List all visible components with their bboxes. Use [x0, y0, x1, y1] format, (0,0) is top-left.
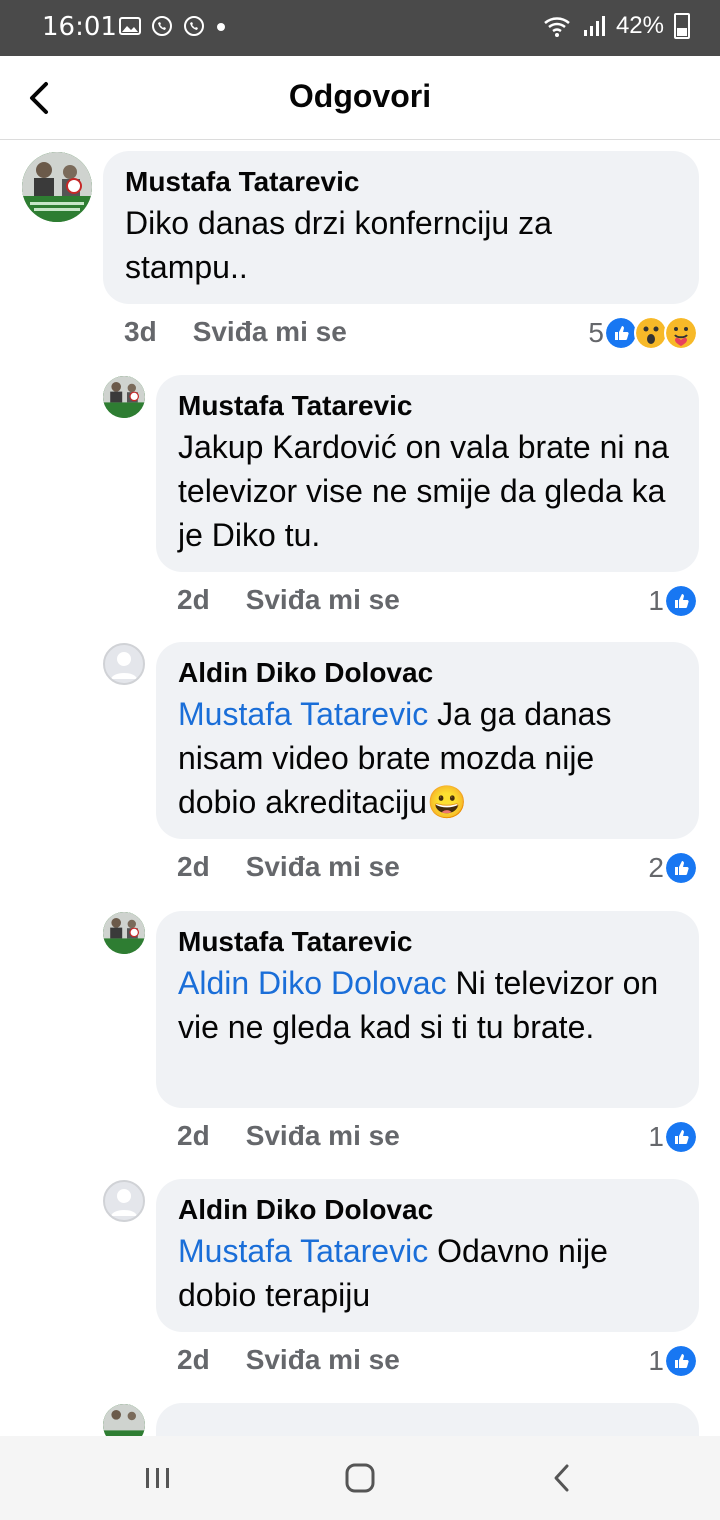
mention-link[interactable]: Mustafa Tatarevic — [178, 1233, 428, 1269]
care-reaction-icon — [664, 316, 698, 350]
like-reaction-icon — [664, 1120, 698, 1154]
like-button[interactable]: Sviđa mi se — [246, 851, 400, 883]
reaction-count: 1 — [648, 1121, 664, 1152]
reaction-count: 1 — [648, 585, 664, 616]
header: Odgovori — [0, 56, 720, 140]
comment-bubble[interactable]: Aldin Diko Dolovac Mustafa Tatarevic Oda… — [156, 1179, 699, 1332]
recent-apps-icon[interactable] — [136, 1456, 180, 1500]
comment-body: Diko danas drzi konfernciju za stampu.. — [125, 205, 552, 285]
wifi-icon — [544, 17, 570, 37]
comment-text: Aldin Diko Dolovac Ni televizor on vie n… — [178, 961, 677, 1049]
avatar[interactable] — [103, 1180, 145, 1222]
wow-reaction-icon — [634, 316, 668, 350]
reaction-summary[interactable]: 1 — [648, 1344, 698, 1378]
comment-body: Jakup Kardović on vala brate ni na telev… — [178, 429, 669, 553]
reaction-count: 5 — [588, 317, 604, 348]
reaction-count: 1 — [648, 1345, 664, 1376]
reaction-summary[interactable]: 1 — [648, 1120, 698, 1154]
avatar[interactable] — [103, 912, 145, 954]
signal-icon — [583, 16, 605, 36]
comment-bubble[interactable] — [156, 1403, 699, 1436]
comment-text: Diko danas drzi konfernciju za stampu.. — [125, 201, 677, 289]
comment-time[interactable]: 2d — [177, 851, 210, 883]
home-icon[interactable] — [338, 1456, 382, 1500]
back-nav-icon[interactable] — [540, 1456, 584, 1500]
gallery-icon — [119, 17, 141, 35]
comment-meta: 3d Sviđa mi se — [124, 316, 347, 348]
avatar[interactable] — [103, 643, 145, 685]
status-time: 16:01 — [42, 12, 117, 42]
comment-bubble[interactable]: Mustafa Tatarevic Diko danas drzi konfer… — [103, 151, 699, 304]
mention-link[interactable]: Aldin Diko Dolovac — [178, 965, 447, 1001]
comment-meta: 2d Sviđa mi se — [177, 584, 400, 616]
dot-icon — [217, 23, 225, 31]
comment-meta: 2d Sviđa mi se — [177, 1344, 400, 1376]
replies-sheet: Odgovori Mustafa Tatarevic Diko danas dr… — [0, 56, 720, 1436]
comment-author[interactable]: Mustafa Tatarevic — [178, 925, 677, 959]
avatar[interactable] — [103, 1404, 145, 1436]
comment-author[interactable]: Aldin Diko Dolovac — [178, 1193, 677, 1227]
comment-text: Mustafa Tatarevic Ja ga danas nisam vide… — [178, 692, 677, 824]
avatar[interactable] — [22, 152, 92, 222]
status-right: 42% — [542, 12, 690, 40]
reaction-summary[interactable]: 1 — [648, 584, 698, 618]
comment-meta: 2d Sviđa mi se — [177, 851, 400, 883]
comment-author[interactable]: Mustafa Tatarevic — [178, 389, 677, 423]
viber-icon — [152, 16, 172, 36]
comment-text: Jakup Kardović on vala brate ni na telev… — [178, 425, 677, 557]
reaction-summary[interactable]: 5 — [588, 316, 698, 350]
comment-author[interactable]: Mustafa Tatarevic — [125, 165, 677, 199]
system-nav-bar — [0, 1436, 720, 1520]
comment-time[interactable]: 2d — [177, 1344, 210, 1376]
comment-bubble[interactable]: Aldin Diko Dolovac Mustafa Tatarevic Ja … — [156, 642, 699, 839]
like-button[interactable]: Sviđa mi se — [193, 316, 347, 348]
comment-time[interactable]: 2d — [177, 584, 210, 616]
avatar[interactable] — [103, 376, 145, 418]
comment-author[interactable]: Aldin Diko Dolovac — [178, 656, 677, 690]
comment-text: Mustafa Tatarevic Odavno nije dobio tera… — [178, 1229, 677, 1317]
like-reaction-icon — [604, 316, 638, 350]
comment-time[interactable]: 3d — [124, 316, 157, 348]
reaction-count: 2 — [648, 852, 664, 883]
whatsapp-icon — [184, 16, 204, 36]
like-reaction-icon — [664, 584, 698, 618]
like-reaction-icon — [664, 851, 698, 885]
page-title: Odgovori — [288, 78, 432, 114]
like-reaction-icon — [664, 1344, 698, 1378]
notification-icons — [118, 14, 228, 38]
comment-bubble[interactable]: Mustafa Tatarevic Aldin Diko Dolovac Ni … — [156, 911, 699, 1108]
comment-meta: 2d Sviđa mi se — [177, 1120, 400, 1152]
status-bar: 16:01 42% — [0, 0, 720, 56]
battery-percent: 42% — [615, 12, 664, 39]
comment-time[interactable]: 2d — [177, 1120, 210, 1152]
battery-icon — [674, 13, 690, 39]
like-button[interactable]: Sviđa mi se — [246, 1344, 400, 1376]
like-button[interactable]: Sviđa mi se — [246, 584, 400, 616]
reaction-summary[interactable]: 2 — [648, 851, 698, 885]
like-button[interactable]: Sviđa mi se — [246, 1120, 400, 1152]
comment-bubble[interactable]: Mustafa Tatarevic Jakup Kardović on vala… — [156, 375, 699, 572]
mention-link[interactable]: Mustafa Tatarevic — [178, 696, 428, 732]
